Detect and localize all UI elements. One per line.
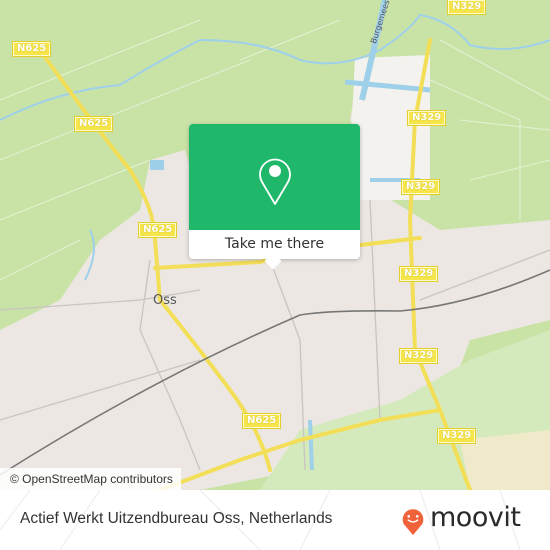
- location-popup: Take me there: [189, 124, 360, 270]
- city-label-oss: Oss: [153, 293, 177, 308]
- road-label-n329: N329: [398, 266, 439, 282]
- road-label-n329: N329: [436, 428, 477, 444]
- road-label-n329: N329: [398, 348, 439, 364]
- road-label-n625: N625: [137, 222, 178, 238]
- pond: [150, 160, 164, 170]
- moovit-brand[interactable]: moovit: [430, 502, 521, 533]
- road-label-n625: N625: [11, 41, 52, 57]
- map-attribution[interactable]: © OpenStreetMap contributors: [0, 468, 181, 490]
- footer: Actief Werkt Uitzendbureau Oss, Netherla…: [0, 490, 550, 550]
- take-me-there-button[interactable]: Take me there: [189, 230, 360, 259]
- road-label-n625: N625: [241, 413, 282, 429]
- place-name: Actief Werkt Uitzendbureau Oss, Netherla…: [20, 510, 333, 527]
- moovit-logo-icon[interactable]: [400, 506, 426, 536]
- map-pin-icon: [259, 158, 291, 205]
- road-label-n329: N329: [400, 179, 441, 195]
- road-label-n329: N329: [406, 110, 447, 126]
- map[interactable]: N625 N625 N625 N625 N329 N329 N329 N329 …: [0, 0, 550, 490]
- road-label-n625: N625: [73, 116, 114, 132]
- road-label-n329: N329: [446, 0, 487, 15]
- popup-header: [189, 124, 360, 230]
